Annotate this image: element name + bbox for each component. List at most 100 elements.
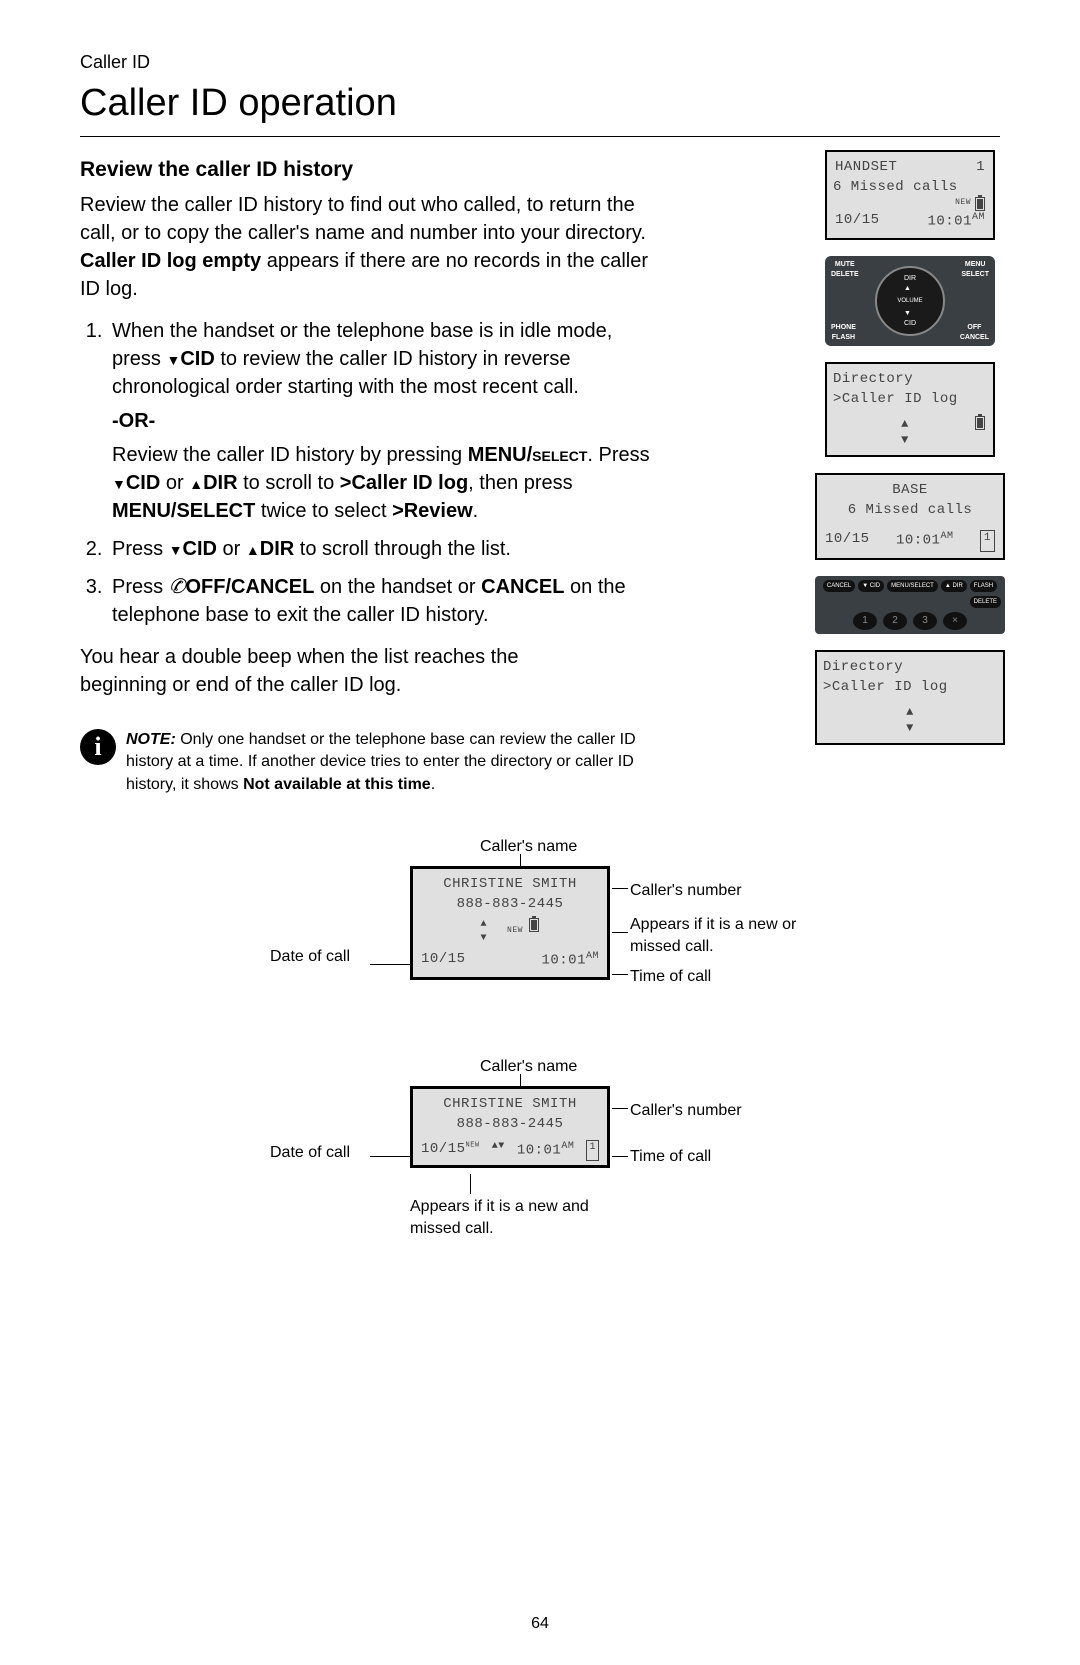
key-dir: DIR▲ <box>904 274 916 294</box>
keypad-2: 2 <box>883 612 907 630</box>
key-cid: ▼CID <box>904 309 916 329</box>
diagram-lcd-1: CHRISTINE SMITH 888-883-2445 ▲▼ NEW 10/1… <box>410 866 610 980</box>
lcd3-l1: BASE <box>823 481 997 501</box>
label-time-2: Time of call <box>630 1146 711 1168</box>
note-text: NOTE: Only one handset or the telephone … <box>126 729 680 796</box>
base-btn-menuselect: MENU/SELECT <box>887 580 938 592</box>
intro-bold: Caller ID log empty <box>80 250 261 272</box>
label-date: Date of call <box>270 946 350 968</box>
base-btn-cid: ▼ CID <box>858 580 884 592</box>
step1b-c: or <box>160 472 189 494</box>
keypad-x: × <box>943 612 967 630</box>
lcd-base-idle: BASE 6 Missed calls 10/15 10:01AM 1 <box>815 473 1005 559</box>
steps-list: When the handset or the telephone base i… <box>80 317 650 629</box>
battery-icon <box>975 197 985 211</box>
label-caller-name: Caller's name <box>480 836 577 858</box>
scroll-arrows-icon: ▲▼ <box>492 1140 505 1161</box>
step-3: Press ✆OFF/CANCEL on the handset or CANC… <box>108 573 650 629</box>
key-volume: VOLUME <box>897 297 922 305</box>
lcd3-ampm: AM <box>940 531 953 542</box>
dlcd-time: 10:01 <box>541 953 586 969</box>
section-heading: Review the caller ID history <box>80 155 650 184</box>
note-block: i NOTE: Only one handset or the telephon… <box>80 729 680 796</box>
lcd1-time: 10:01 <box>927 214 972 230</box>
up-arrow-icon <box>189 472 203 494</box>
dlcd2-new: NEW <box>466 1141 480 1149</box>
dlcd2-number: 888-883-2445 <box>417 1115 603 1135</box>
key-menu-select: MENUSELECT <box>961 260 989 280</box>
lcd3-msgcount: 1 <box>980 530 995 551</box>
label-new-missed-2: Appears if it is a new and missed call. <box>410 1196 630 1241</box>
step1-cid: CID <box>180 348 214 370</box>
lcd2-l1: Directory <box>833 370 987 390</box>
step1b-rev: >Review <box>392 500 473 522</box>
step1b-b: . Press <box>587 444 649 466</box>
right-illustrations: HANDSET1 6 Missed calls NEW 10/1510:01AM… <box>820 150 1000 745</box>
dlcd-date: 10/15 <box>421 950 466 971</box>
running-header: Caller ID <box>80 50 1000 75</box>
lcd1-ampm: AM <box>972 212 985 223</box>
step3-b: on the handset or <box>314 576 481 598</box>
down-arrow-icon <box>166 348 180 370</box>
phone-off-icon: ✆ <box>169 576 186 598</box>
key-phone-flash: PHONEFLASH <box>831 323 856 343</box>
down-arrow-icon <box>112 472 126 494</box>
dlcd-number: 888-883-2445 <box>417 895 603 915</box>
base-button-bar: CANCEL ▼ CID MENU/SELECT ▲ DIR FLASH DEL… <box>815 576 1005 635</box>
lcd1-date: 10/15 <box>835 211 880 232</box>
step1b-a: Review the caller ID history by pressing <box>112 444 468 466</box>
step2-a: Press <box>112 538 169 560</box>
lcd-base-menu: Directory >Caller ID log ▲▼ <box>815 650 1005 745</box>
lcd3-time: 10:01 <box>896 533 941 549</box>
closing-paragraph: You hear a double beep when the list rea… <box>80 643 590 699</box>
base-btn-cancel: CANCEL <box>823 580 855 592</box>
step2-c: to scroll through the list. <box>294 538 511 560</box>
dlcd-new: NEW <box>507 926 523 935</box>
dlcd-ampm: AM <box>586 951 599 962</box>
lcd3-l2: 6 Missed calls <box>823 501 997 521</box>
step1b-f: twice to select <box>255 500 392 522</box>
key-mute-delete: MUTEDELETE <box>831 260 859 280</box>
page-title: Caller ID operation <box>80 77 1000 137</box>
dlcd2-name: CHRISTINE SMITH <box>417 1095 603 1115</box>
step1b-g: . <box>473 500 479 522</box>
intro-paragraph: Review the caller ID history to find out… <box>80 191 650 303</box>
handset-keypad: MUTEDELETE MENUSELECT PHONEFLASH OFFCANC… <box>825 256 995 346</box>
down-arrow-icon <box>169 538 183 560</box>
scroll-arrows-icon: ▲▼ <box>901 416 909 450</box>
callout-diagrams: Caller's name Caller's number Appears if… <box>80 836 1000 1256</box>
dlcd2-msg: 1 <box>586 1140 599 1161</box>
lcd4-l2: >Caller ID log <box>823 678 997 698</box>
keypad-1: 1 <box>853 612 877 630</box>
step1b-cidlog: >Caller ID log <box>340 472 468 494</box>
step-1: When the handset or the telephone base i… <box>108 317 650 525</box>
lcd3-date: 10/15 <box>825 530 870 551</box>
label-time: Time of call <box>630 966 711 988</box>
scroll-arrows-icon: ▲▼ <box>823 704 997 738</box>
info-icon: i <box>80 729 116 765</box>
battery-icon <box>529 918 539 932</box>
lcd1-handset: HANDSET <box>835 158 897 178</box>
key-off-cancel: OFFCANCEL <box>960 323 989 343</box>
diagram-base-callerid: Caller's name Caller's number Time of ca… <box>190 1056 890 1256</box>
or-divider: -OR- <box>112 407 650 435</box>
lcd4-l1: Directory <box>823 658 997 678</box>
step3-off: OFF/CANCEL <box>185 576 314 598</box>
base-btn-flash: FLASH <box>970 580 997 592</box>
step1b-dir: DIR <box>203 472 237 494</box>
diagram-handset-callerid: Caller's name Caller's number Appears if… <box>190 836 890 1016</box>
note-b: Not available at this time <box>243 776 431 793</box>
step1b-d: to scroll to <box>238 472 340 494</box>
dlcd2-date: 10/15 <box>421 1141 466 1157</box>
step1b-cid: CID <box>126 472 160 494</box>
dlcd-name: CHRISTINE SMITH <box>417 875 603 895</box>
label-caller-number: Caller's number <box>630 880 742 902</box>
label-caller-name-2: Caller's name <box>480 1056 577 1078</box>
step2-b: or <box>217 538 246 560</box>
step3-cancel: CANCEL <box>481 576 564 598</box>
step3-a: Press <box>112 576 169 598</box>
nav-ring: DIR▲ VOLUME ▼CID <box>875 266 945 336</box>
base-btn-dir: ▲ DIR <box>941 580 967 592</box>
step1b-select: select <box>532 444 587 466</box>
scroll-arrows-icon: ▲▼ <box>481 918 488 946</box>
